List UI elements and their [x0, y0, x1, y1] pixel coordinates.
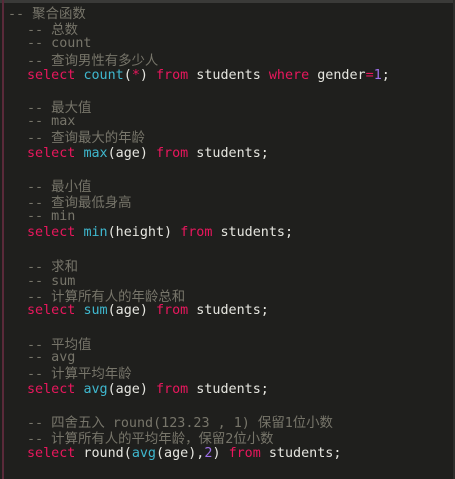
kw-token: select — [27, 68, 76, 83]
plain-token: students; — [188, 146, 269, 161]
plain-token: students; — [260, 446, 342, 461]
plain-token: ; — [381, 68, 390, 83]
comment-token: -- 查询男性有多少人 — [27, 54, 159, 69]
kw-token: select — [27, 382, 76, 397]
num-token: 1 — [373, 68, 382, 83]
kw-token: select — [27, 146, 76, 161]
comment-line: -- 最小值 — [27, 180, 91, 196]
kw-token: from — [156, 68, 189, 83]
comment-token: -- max — [27, 114, 76, 129]
kw-token: select — [27, 446, 76, 461]
plain-token: ( — [123, 68, 132, 83]
plain-token: (age) — [107, 146, 156, 161]
comment-token: -- 最小值 — [27, 180, 92, 195]
comment-line: -- sum — [27, 274, 75, 290]
kw-token: = — [365, 68, 374, 83]
kw-token: from — [156, 382, 189, 397]
comment-token: -- avg — [27, 350, 76, 365]
comment-line: -- 四舍五入 round(123.23 , 1) 保留1位小数 — [27, 416, 333, 432]
comment-token: -- 计算所有人的平均年龄，保留2位小数 — [27, 432, 274, 447]
comment-token: -- 查询最大的年龄 — [27, 131, 145, 146]
sql-statement-line: select max(age) from students; — [27, 146, 269, 162]
kw-token: select — [27, 225, 76, 240]
comment-token: -- 四舍五入 round(123.23 , 1) 保留1位小数 — [27, 416, 333, 431]
plain-token: (age), — [156, 446, 205, 461]
plain-token: ) — [212, 446, 229, 461]
sql-statement-line: select sum(age) from students; — [27, 303, 269, 319]
kw-token: from — [156, 303, 189, 318]
comment-token: -- 求和 — [27, 260, 78, 275]
plain-token: (age) — [107, 382, 156, 397]
sql-statement-line: select avg(age) from students; — [27, 382, 269, 398]
comment-token: -- count — [27, 36, 92, 51]
comment-line: -- 查询最大的年龄 — [27, 131, 145, 147]
kw-token: select — [27, 303, 76, 318]
plain-token: round( — [75, 446, 132, 461]
fn-token: count — [83, 68, 124, 83]
plain-token: students; — [188, 382, 269, 397]
comment-token: -- 聚合函数 — [8, 7, 86, 22]
kw-token: from — [180, 225, 213, 240]
plain-token: students; — [188, 303, 269, 318]
comment-line: -- 计算平均年龄 — [27, 367, 132, 383]
plain-token: (age) — [107, 303, 156, 318]
plain-token: gender — [309, 68, 366, 83]
fn-token: max — [83, 146, 108, 161]
sql-code-editor[interactable]: -- 聚合函数 -- 总数 -- count -- 查询男性有多少人 select co… — [0, 0, 455, 479]
fn-token: min — [83, 225, 108, 240]
kw-token: from — [228, 446, 261, 461]
sql-statement-line: select count(*) from students where gend… — [27, 68, 390, 84]
fn-token: sum — [83, 303, 108, 318]
sql-statement-line: select round(avg(age),2) from students; — [27, 446, 341, 462]
comment-line: -- max — [27, 114, 75, 130]
fn-token: avg — [131, 446, 156, 461]
gutter-marker — [2, 0, 4, 479]
plain-token: (height) — [107, 225, 181, 240]
plain-token: ) — [139, 68, 156, 83]
comment-line: -- 聚合函数 — [8, 7, 86, 23]
comment-line: -- avg — [27, 350, 75, 366]
sql-statement-line: select min(height) from students; — [27, 225, 293, 241]
comment-token: -- sum — [27, 274, 76, 289]
kw-token: from — [156, 146, 189, 161]
fn-token: avg — [83, 382, 108, 397]
comment-line: -- min — [27, 209, 75, 225]
comment-line: -- count — [27, 36, 92, 52]
plain-token: students — [188, 68, 269, 83]
kw-token: where — [268, 68, 310, 83]
comment-token: -- min — [27, 209, 76, 224]
plain-token: students; — [212, 225, 294, 240]
editor-top-border — [0, 0, 455, 3]
kw-token: * — [131, 68, 140, 83]
comment-token: -- 计算平均年龄 — [27, 367, 132, 382]
